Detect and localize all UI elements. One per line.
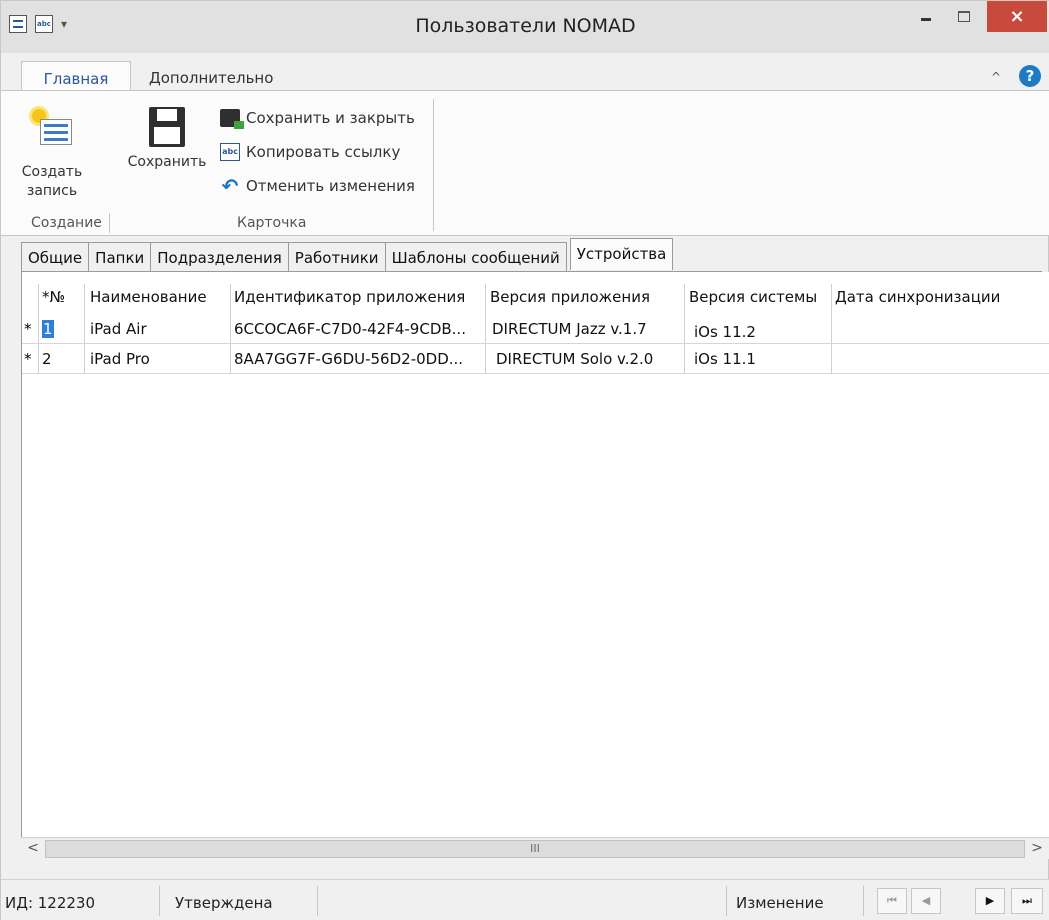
- application-window: abc ▾ Пользователи NOMAD × Главная Допол…: [0, 0, 1049, 920]
- tab-devices[interactable]: Устройства: [569, 238, 674, 270]
- devices-grid[interactable]: *№ Наименование Идентификатор приложения…: [21, 272, 1049, 837]
- name-cell[interactable]: iPad Pro: [90, 350, 150, 368]
- tab-additional[interactable]: Дополнительно: [139, 61, 283, 91]
- status-separator: [159, 886, 160, 916]
- first-record-icon[interactable]: ⏮: [877, 888, 907, 914]
- save-label: Сохранить: [127, 154, 207, 170]
- help-icon[interactable]: ?: [1019, 65, 1041, 87]
- column-header-number[interactable]: *№: [42, 288, 65, 306]
- save-and-close-button[interactable]: Сохранить и закрыть: [220, 109, 415, 129]
- undo-changes-button[interactable]: ↶ Отменить изменения: [220, 174, 415, 198]
- os-version-cell[interactable]: iOs 11.1: [694, 350, 756, 368]
- group-separator: [433, 99, 434, 231]
- last-record-icon[interactable]: ⏭: [1011, 888, 1043, 914]
- minimize-button[interactable]: [909, 1, 943, 31]
- window-title: Пользователи NOMAD: [415, 15, 636, 37]
- app-version-cell[interactable]: DIRECTUM Jazz v.1.7: [492, 320, 647, 338]
- column-header-name[interactable]: Наименование: [90, 288, 207, 306]
- copy-link-label: Копировать ссылку: [246, 143, 401, 161]
- floppy-disk-icon: [149, 107, 185, 147]
- create-label-line1: Создать: [21, 164, 83, 180]
- scroll-right-icon[interactable]: >: [1027, 840, 1047, 858]
- save-button[interactable]: Сохранить: [117, 105, 217, 172]
- table-row[interactable]: * 1 iPad Air 6CCOCA6F-C7D0-42F4-9CDB... …: [22, 314, 1049, 344]
- create-label-line2: запись: [26, 183, 78, 199]
- column-header-os-version[interactable]: Версия системы: [689, 288, 817, 306]
- undo-label: Отменить изменения: [246, 177, 415, 195]
- status-bar: ИД: 122230 Утверждена Изменение ⏮ ◀ ▶ ⏭: [1, 879, 1049, 920]
- collapse-ribbon-icon[interactable]: ^: [991, 70, 1001, 84]
- grid-header: *№ Наименование Идентификатор приложения…: [22, 272, 1049, 314]
- scroll-thumb[interactable]: III: [45, 840, 1025, 858]
- column-header-app-version[interactable]: Версия приложения: [490, 288, 650, 306]
- minimize-icon: [921, 17, 931, 21]
- tab-employees[interactable]: Работники: [287, 242, 385, 272]
- group-label-card: Карточка: [237, 215, 307, 231]
- maximize-icon: [958, 10, 970, 22]
- status-separator: [863, 886, 864, 916]
- close-button[interactable]: ×: [987, 1, 1047, 32]
- table-row[interactable]: * 2 iPad Pro 8AA7GG7F-G6DU-56D2-0DD... D…: [22, 344, 1049, 374]
- copy-link-button[interactable]: abc Копировать ссылку: [220, 143, 400, 161]
- column-header-app-id[interactable]: Идентификатор приложения: [234, 288, 465, 306]
- next-record-icon[interactable]: ▶: [975, 888, 1005, 914]
- tab-general[interactable]: Общие: [21, 242, 89, 272]
- record-state: Утверждена: [175, 894, 273, 912]
- scroll-left-icon[interactable]: <: [23, 840, 43, 858]
- column-header-sync-date[interactable]: Дата синхронизации: [835, 288, 1000, 306]
- tab-message-templates[interactable]: Шаблоны сообщений: [384, 242, 567, 272]
- row-number-cell[interactable]: 1: [42, 320, 54, 338]
- copy-link-icon: abc: [220, 143, 240, 161]
- os-version-cell[interactable]: iOs 11.2: [694, 323, 756, 341]
- new-record-icon: [32, 109, 72, 151]
- tab-folders[interactable]: Папки: [88, 242, 151, 272]
- row-marker: *: [24, 320, 32, 338]
- app-version-cell[interactable]: DIRECTUM Solo v.2.0: [496, 350, 653, 368]
- group-separator: [109, 213, 110, 233]
- app-id-cell[interactable]: 8AA7GG7F-G6DU-56D2-0DD...: [234, 350, 463, 368]
- form-tab-strip: Общие Папки Подразделения Работники Шабл…: [21, 238, 674, 272]
- horizontal-scrollbar[interactable]: < III >: [21, 837, 1049, 859]
- edit-mode: Изменение: [736, 894, 824, 912]
- ribbon-panel: Создать запись Сохранить Сохранить и зак…: [1, 90, 1049, 236]
- save-close-icon: [220, 109, 244, 129]
- previous-record-icon[interactable]: ◀: [911, 888, 941, 914]
- status-separator: [317, 886, 318, 916]
- create-record-button[interactable]: Создать запись: [17, 105, 87, 201]
- save-close-label: Сохранить и закрыть: [246, 109, 415, 127]
- tab-home[interactable]: Главная: [21, 61, 131, 91]
- undo-icon: ↶: [221, 174, 239, 198]
- ribbon-tab-strip: Главная Дополнительно ^ ?: [1, 53, 1049, 91]
- maximize-button[interactable]: [945, 1, 983, 31]
- row-marker: *: [24, 350, 32, 368]
- group-label-create: Создание: [31, 215, 102, 231]
- record-id: ИД: 122230: [5, 894, 96, 912]
- title-bar: abc ▾ Пользователи NOMAD ×: [1, 1, 1049, 53]
- name-cell[interactable]: iPad Air: [90, 320, 147, 338]
- app-id-cell[interactable]: 6CCOCA6F-C7D0-42F4-9CDB...: [234, 320, 466, 338]
- status-separator: [726, 886, 727, 916]
- row-number-cell[interactable]: 2: [42, 350, 52, 368]
- tab-departments[interactable]: Подразделения: [150, 242, 288, 272]
